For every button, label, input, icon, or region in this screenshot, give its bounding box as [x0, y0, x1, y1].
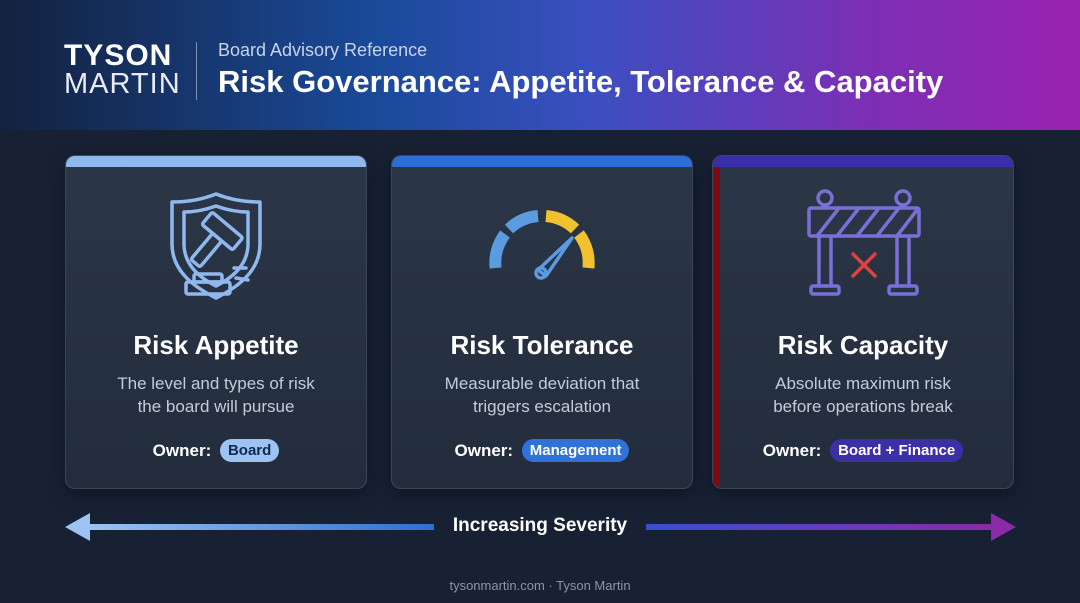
card-owner: Owner: Board + Finance	[713, 439, 1013, 462]
owner-label: Owner:	[762, 441, 822, 460]
owner-badge: Board + Finance	[830, 439, 964, 462]
card-description: The level and types of risk the board wi…	[86, 372, 346, 418]
owner-label: Owner:	[454, 441, 514, 460]
logo: TYSON MARTIN	[64, 39, 181, 100]
severity-label: Increasing Severity	[452, 515, 628, 536]
card-accent-bar	[713, 156, 1013, 167]
gauge-icon	[489, 210, 595, 280]
card-description: Measurable deviation that triggers escal…	[412, 372, 672, 418]
card-title: Risk Capacity	[777, 330, 949, 360]
card-description: Absolute maximum risk before operations …	[733, 372, 993, 418]
card-risk-tolerance: Risk Tolerance Measurable deviation that…	[391, 155, 693, 489]
shield-gavel-icon	[170, 192, 262, 300]
card-desc-line-1: Absolute maximum risk	[775, 374, 951, 393]
card-accent-bar	[66, 156, 366, 167]
owner-badge: Board	[219, 439, 280, 462]
card-desc-line-2: before operations break	[773, 397, 953, 416]
logo-line-2: MARTIN	[64, 68, 181, 100]
barrier-icon	[807, 189, 921, 296]
header-divider	[196, 42, 197, 100]
card-desc-line-2: triggers escalation	[473, 397, 611, 416]
card-owner: Owner: Board	[66, 439, 366, 462]
card-accent-bar	[392, 156, 692, 167]
logo-line-1: TYSON	[64, 39, 173, 72]
card-risk-capacity: Risk Capacity Absolute maximum risk befo…	[712, 155, 1014, 489]
owner-badge: Management	[521, 439, 630, 462]
page-subtitle: Board Advisory Reference	[218, 40, 428, 60]
card-risk-appetite: Risk Appetite The level and types of ris…	[65, 155, 367, 489]
card-desc-line-2: the board will pursue	[137, 397, 295, 416]
header-banner: TYSON MARTIN Board Advisory Reference Ri…	[0, 0, 1080, 130]
card-owner: Owner: Management	[392, 439, 692, 462]
footer-credit: tysonmartin.com · Tyson Martin	[449, 578, 631, 593]
card-desc-line-1: Measurable deviation that	[444, 374, 640, 393]
card-title: Risk Tolerance	[450, 330, 634, 360]
owner-label: Owner:	[152, 441, 212, 460]
page-title: Risk Governance: Appetite, Tolerance & C…	[218, 64, 944, 99]
card-title: Risk Appetite	[133, 330, 299, 360]
card-desc-line-1: The level and types of risk	[117, 374, 315, 393]
